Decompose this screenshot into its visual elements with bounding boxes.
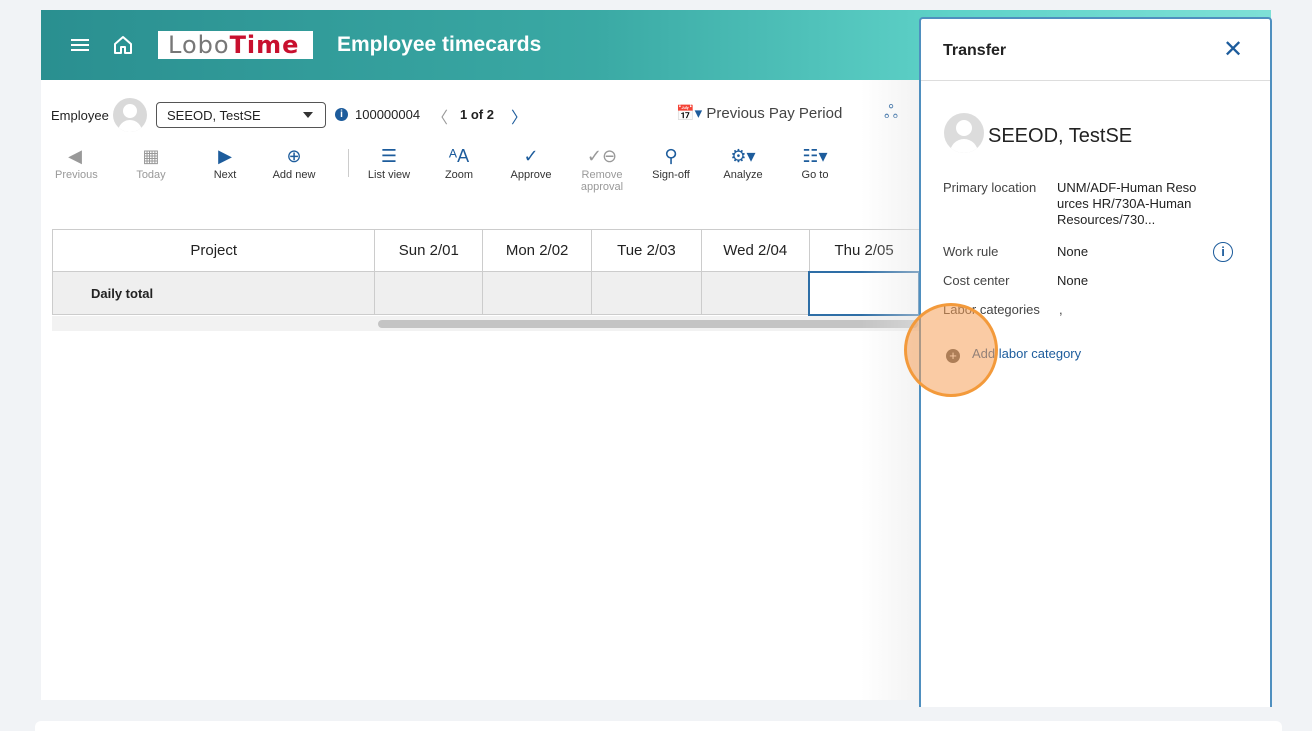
lobotime-logo: LoboTime: [158, 31, 313, 59]
plus-circle-icon: ⊕: [286, 146, 302, 166]
work-rule-value: None: [1057, 244, 1089, 259]
panel-header: Transfer ✕: [921, 19, 1270, 81]
font-size-icon: ᴬA: [448, 146, 470, 166]
next-label: Next: [213, 169, 237, 181]
list-view-button[interactable]: ☰ List view: [366, 145, 412, 181]
list-view-label: List view: [367, 169, 411, 181]
avatar: [944, 113, 984, 153]
panel-title: Transfer: [943, 42, 1007, 59]
previous-button[interactable]: ◀ Previous: [55, 145, 98, 181]
analyze-button[interactable]: ⚙▾ Analyze: [719, 145, 767, 181]
next-icon: ▶: [218, 146, 232, 166]
sign-off-button[interactable]: ⚲ Sign-off: [647, 145, 695, 181]
horizontal-scrollbar[interactable]: [52, 316, 920, 331]
approve-label: Approve: [510, 169, 552, 181]
approve-button[interactable]: ✓ Approve: [507, 145, 555, 181]
hamburger-icon[interactable]: [68, 33, 92, 57]
pay-period-selector[interactable]: 📅▾ Previous Pay Period: [676, 104, 842, 122]
remove-approval-button[interactable]: ✓⊖ Remove approval: [577, 145, 627, 193]
toolbar: ◀ Previous ▦ Today ▶ Next ⊕ Add new ☰ Li…: [41, 145, 921, 205]
today-label: Today: [136, 169, 166, 181]
prev-icon: ◀: [68, 146, 82, 166]
logo-text-lobo: Lobo: [168, 31, 230, 59]
go-to-label: Go to: [801, 169, 829, 181]
goto-icon: ☷▾: [802, 146, 828, 166]
column-header-day[interactable]: Sun 2/01: [374, 229, 484, 272]
info-icon[interactable]: i: [1213, 242, 1233, 262]
column-header-day[interactable]: Mon 2/02: [482, 229, 593, 272]
page-title: Employee timecards: [337, 33, 542, 56]
info-icon[interactable]: i: [335, 108, 348, 121]
add-new-button[interactable]: ⊕ Add new: [269, 145, 319, 181]
sign-off-label: Sign-off: [652, 169, 690, 181]
chevron-down-icon: [303, 112, 313, 118]
list-icon: ☰: [380, 146, 398, 166]
add-new-label: Add new: [272, 169, 316, 181]
panel-shadow: [861, 80, 921, 700]
toolbar-divider: [348, 149, 349, 177]
employee-select-value: SEEOD, TestSE: [167, 108, 261, 123]
employee-label: Employee: [51, 108, 109, 123]
today-button[interactable]: ▦ Today: [131, 145, 171, 181]
zoom-button[interactable]: ᴬA Zoom: [439, 145, 479, 181]
table-cell[interactable]: [591, 271, 702, 315]
remove-approval-label: Remove approval: [580, 169, 624, 193]
column-header-day[interactable]: Tue 2/03: [591, 229, 702, 272]
next-button[interactable]: ▶ Next: [205, 145, 245, 181]
click-highlight: [904, 303, 998, 397]
cost-center-value: None: [1057, 273, 1089, 288]
table-cell[interactable]: [374, 271, 484, 315]
scrollbar-thumb[interactable]: [378, 320, 918, 328]
primary-location-label: Primary location: [943, 180, 1037, 195]
timecard-grid: Project Sun 2/01 Mon 2/02 Tue 2/03 Wed 2…: [51, 229, 920, 316]
zoom-label: Zoom: [444, 169, 474, 181]
go-to-button[interactable]: ☷▾ Go to: [793, 145, 837, 181]
employee-avatar: [113, 98, 147, 132]
previous-label: Previous: [55, 169, 98, 181]
table-row: Daily total: [51, 270, 920, 316]
table-cell[interactable]: [700, 271, 810, 315]
column-header-project[interactable]: Project: [51, 229, 376, 272]
remove-approval-icon: ✓⊖: [586, 146, 618, 166]
check-icon: ✓: [523, 146, 539, 166]
bottom-bar: [35, 721, 1282, 731]
analyze-label: Analyze: [723, 169, 763, 181]
table-cell[interactable]: [482, 271, 593, 315]
home-icon[interactable]: [111, 33, 135, 57]
labor-categories-value: ,: [1059, 302, 1063, 317]
cost-center-label: Cost center: [943, 273, 1010, 288]
pager-text: 1 of 2: [460, 107, 494, 122]
column-header-day[interactable]: Wed 2/04: [700, 229, 810, 272]
employee-name: SEEOD, TestSE: [988, 125, 1133, 147]
calendar-icon: 📅▾: [676, 105, 703, 122]
timecard-table: Project Sun 2/01 Mon 2/02 Tue 2/03 Wed 2…: [51, 229, 920, 316]
employee-id: 100000004: [355, 107, 421, 122]
table-header-row: Project Sun 2/01 Mon 2/02 Tue 2/03 Wed 2…: [51, 229, 920, 272]
pager-next-icon[interactable]: 〉: [511, 104, 527, 128]
employee-bar: Employee SEEOD, TestSE i 100000004 〈 1 o…: [41, 98, 921, 132]
logo-text-time: Time: [229, 31, 300, 59]
analyze-icon: ⚙▾: [730, 146, 756, 166]
stamp-icon: ⚲: [664, 146, 678, 166]
daily-total-label: Daily total: [51, 271, 376, 315]
primary-location-value: UNM/ADF-Human Reso urces HR/730A-Human R…: [1057, 180, 1197, 227]
work-rule-label: Work rule: [943, 244, 999, 259]
pay-period-label: Previous Pay Period: [706, 105, 843, 122]
employee-select[interactable]: SEEOD, TestSE: [156, 102, 326, 128]
app-frame: LoboTime Employee timecards Employee SEE…: [41, 10, 1272, 707]
calendar-icon: ▦: [142, 146, 160, 166]
pager-prev-icon[interactable]: 〈: [432, 104, 448, 128]
close-icon[interactable]: ✕: [1223, 35, 1243, 64]
